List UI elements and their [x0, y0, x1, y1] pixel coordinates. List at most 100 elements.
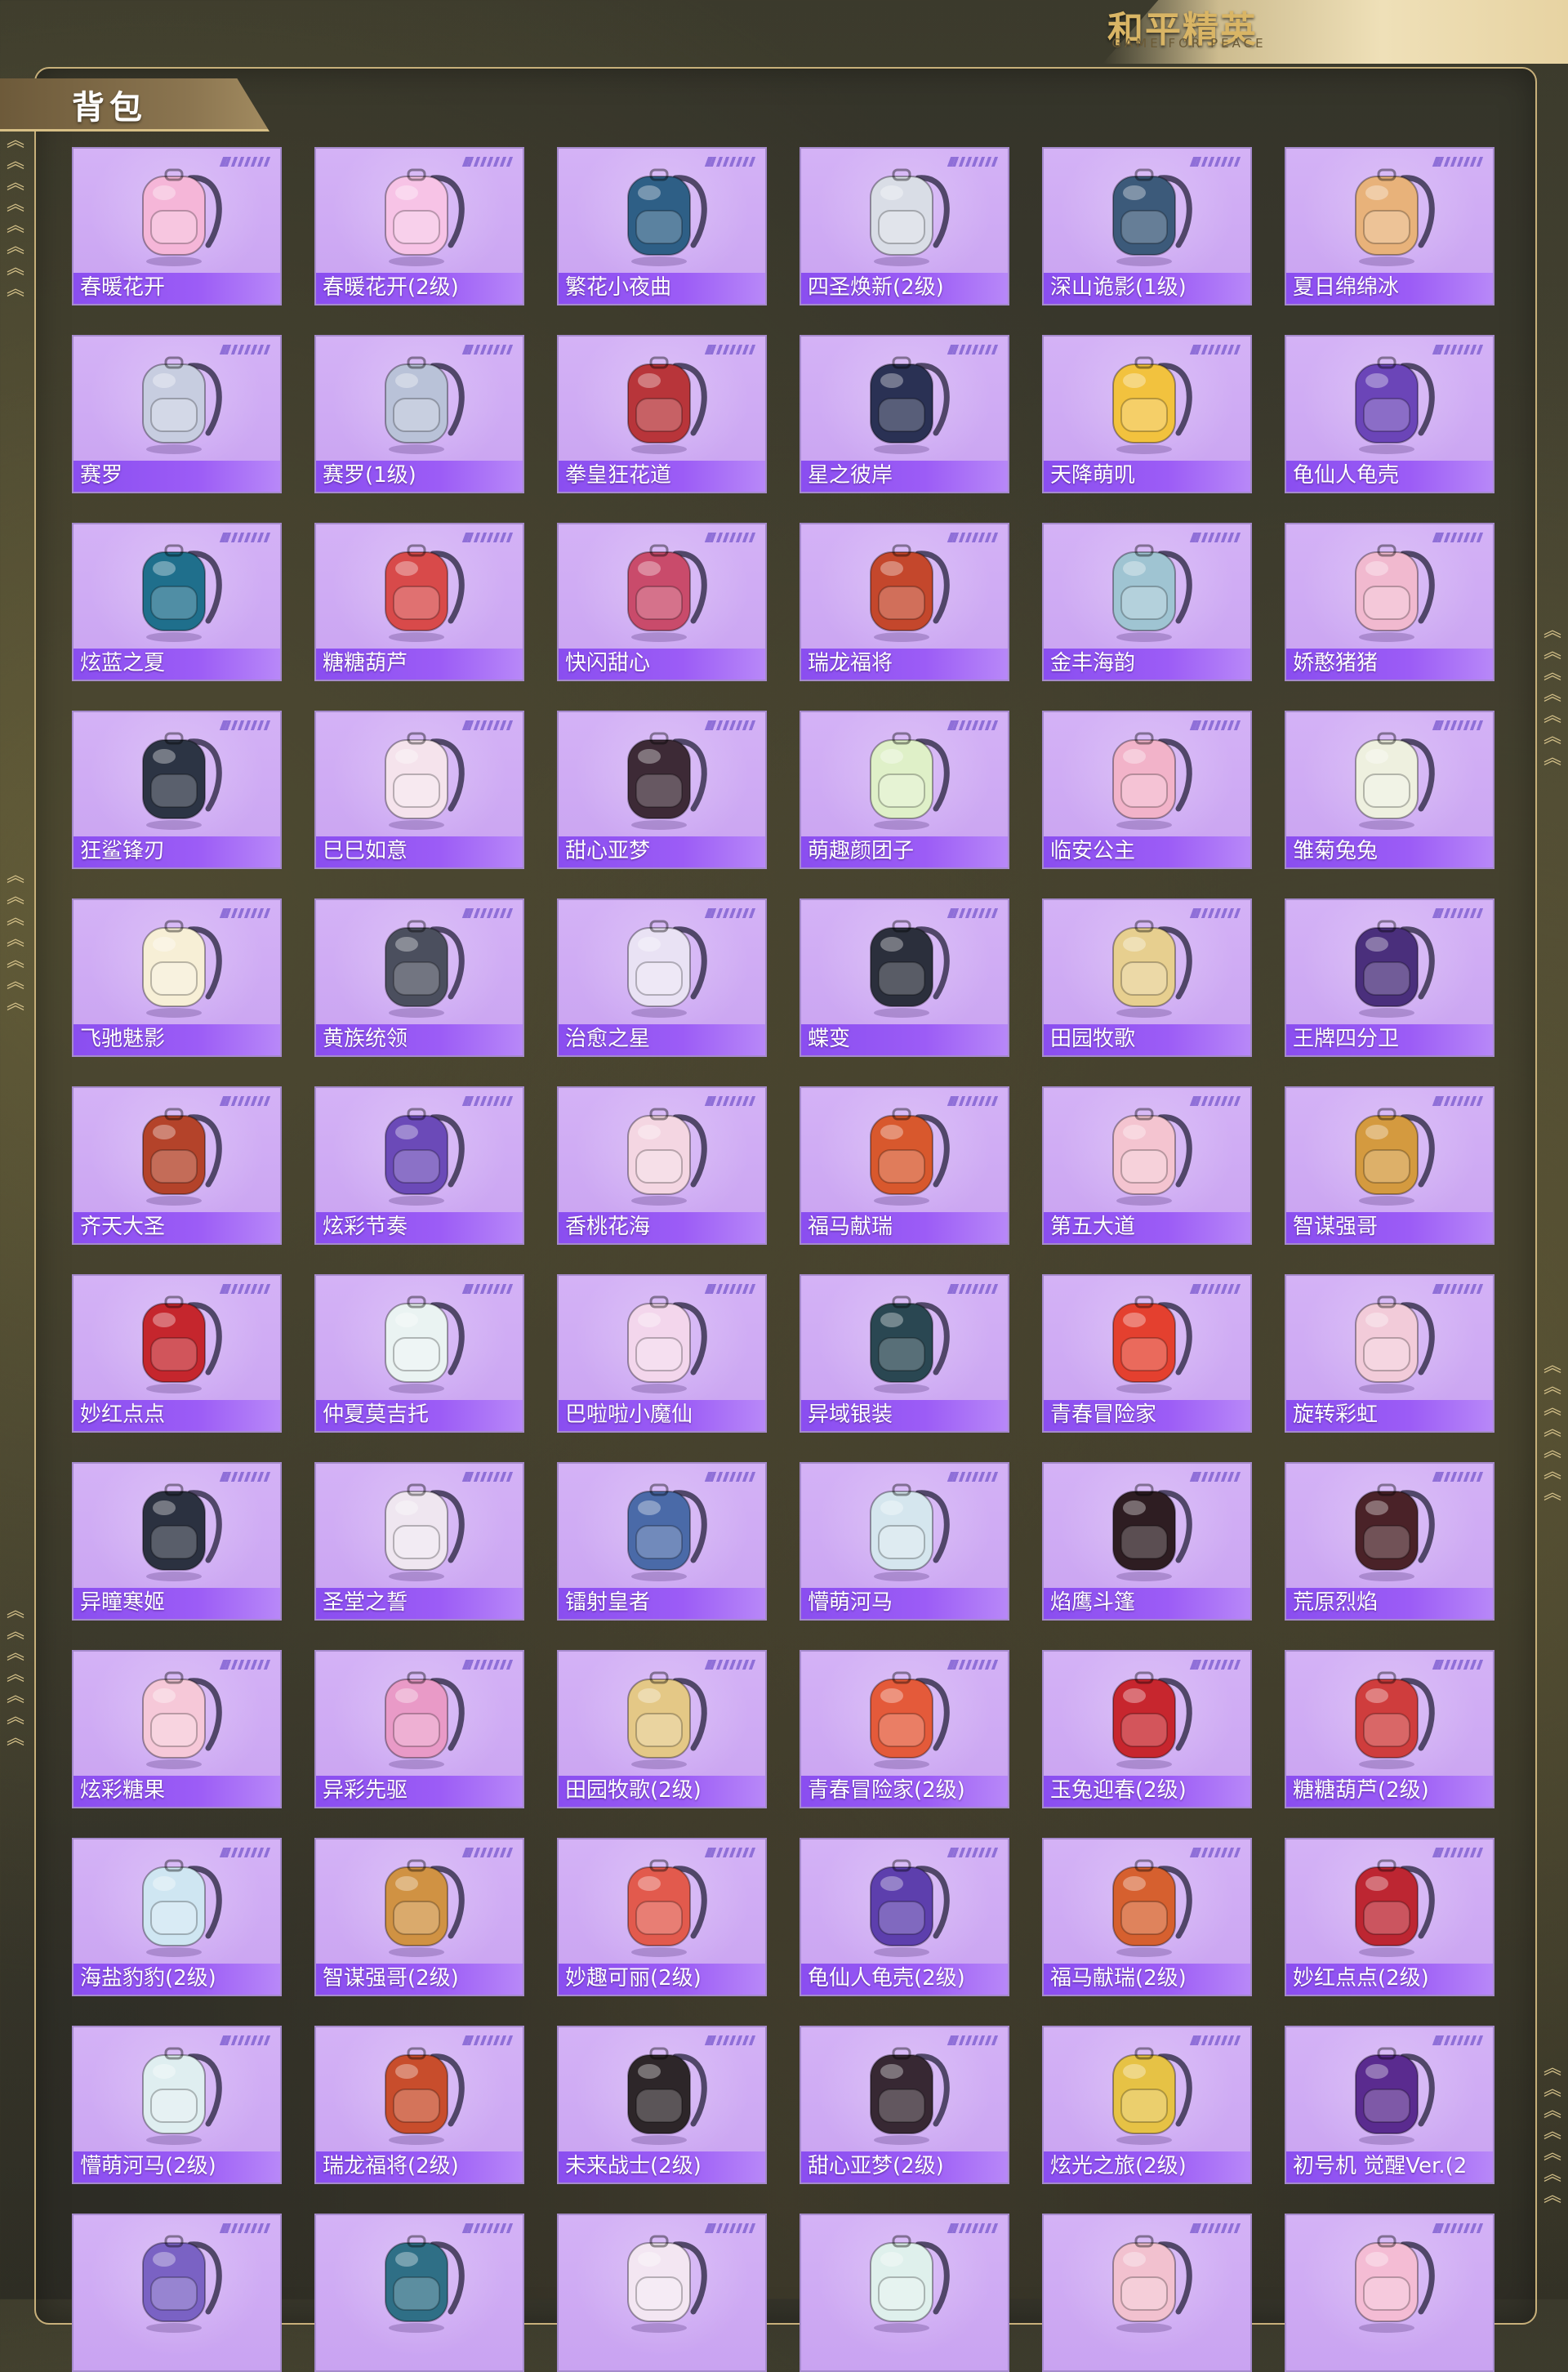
- backpack-item-card[interactable]: 春暖花开: [72, 147, 282, 305]
- backpack-item-card[interactable]: 狂鲨锋刃: [72, 711, 282, 869]
- backpack-item-card[interactable]: 炫彩节奏: [314, 1086, 524, 1245]
- backpack-item-card[interactable]: 懵萌河马(2级): [72, 2026, 282, 2184]
- backpack-item-card[interactable]: 雏菊兔兔: [1285, 711, 1494, 869]
- backpack-icon: [626, 1671, 707, 1769]
- item-name-label: 临安公主: [1050, 839, 1136, 863]
- backpack-item-card[interactable]: 四圣焕新(2级): [800, 147, 1009, 305]
- backpack-item-card[interactable]: 天降萌叽: [1042, 335, 1252, 493]
- left-chevron-decoration-icon: ︽ ︽ ︽ ︽ ︽ ︽ ︽: [7, 866, 25, 1014]
- backpack-item-card[interactable]: 田园牧歌: [1042, 898, 1252, 1057]
- rarity-bars-icon: [466, 2035, 514, 2045]
- backpack-icon: [626, 2235, 707, 2333]
- backpack-item-card[interactable]: 异彩先驱: [314, 1650, 524, 1808]
- backpack-icon: [1111, 920, 1192, 1018]
- backpack-item-card[interactable]: 春暖花开(2级): [314, 147, 524, 305]
- rarity-bars-icon: [709, 1848, 756, 1857]
- backpack-icon: [141, 2047, 222, 2145]
- item-name-label: 妙趣可丽(2级): [565, 1966, 702, 1991]
- item-name-label: 娇憨猪猪: [1293, 651, 1379, 675]
- rarity-bars-icon: [951, 157, 999, 167]
- backpack-item-card[interactable]: 龟仙人龟壳: [1285, 335, 1494, 493]
- backpack-item-card[interactable]: 福马献瑞(2级): [1042, 1838, 1252, 1996]
- backpack-item-card[interactable]: 镭射皇者: [557, 1462, 767, 1621]
- rarity-bars-icon: [466, 533, 514, 542]
- backpack-item-card[interactable]: 妙趣可丽(2级): [557, 1838, 767, 1996]
- backpack-item-card[interactable]: 青春冒险家: [1042, 1274, 1252, 1433]
- backpack-item-card[interactable]: [1285, 2214, 1494, 2372]
- backpack-icon: [384, 1671, 465, 1769]
- backpack-item-card[interactable]: 巴啦啦小魔仙: [557, 1274, 767, 1433]
- backpack-item-card[interactable]: 赛罗: [72, 335, 282, 493]
- backpack-item-card[interactable]: 智谋强哥(2级): [314, 1838, 524, 1996]
- backpack-icon: [384, 544, 465, 642]
- backpack-item-card[interactable]: 海盐豹豹(2级): [72, 1838, 282, 1996]
- backpack-item-card[interactable]: 娇憨猪猪: [1285, 523, 1494, 681]
- backpack-item-card[interactable]: 巳巳如意: [314, 711, 524, 869]
- backpack-item-card[interactable]: 未来战士(2级): [557, 2026, 767, 2184]
- backpack-item-card[interactable]: 青春冒险家(2级): [800, 1650, 1009, 1808]
- backpack-icon: [626, 544, 707, 642]
- backpack-item-card[interactable]: 瑞龙福将: [800, 523, 1009, 681]
- backpack-item-card[interactable]: 智谋强哥: [1285, 1086, 1494, 1245]
- backpack-item-card[interactable]: 临安公主: [1042, 711, 1252, 869]
- backpack-item-card[interactable]: [1042, 2214, 1252, 2372]
- backpack-item-card[interactable]: 田园牧歌(2级): [557, 1650, 767, 1808]
- backpack-item-card[interactable]: 糖糖葫芦(2级): [1285, 1650, 1494, 1808]
- backpack-item-card[interactable]: [800, 2214, 1009, 2372]
- backpack-item-card[interactable]: 妙红点点: [72, 1274, 282, 1433]
- backpack-item-card[interactable]: 香桃花海: [557, 1086, 767, 1245]
- backpack-icon: [141, 1295, 222, 1393]
- backpack-item-card[interactable]: 福马献瑞: [800, 1086, 1009, 1245]
- backpack-item-card[interactable]: [72, 2214, 282, 2372]
- backpack-item-card[interactable]: 金丰海韵: [1042, 523, 1252, 681]
- backpack-item-card[interactable]: 仲夏莫吉托: [314, 1274, 524, 1433]
- rarity-bars-icon: [1437, 1848, 1484, 1857]
- backpack-item-card[interactable]: 异域银装: [800, 1274, 1009, 1433]
- backpack-item-card[interactable]: 飞驰魅影: [72, 898, 282, 1057]
- backpack-item-card[interactable]: 懵萌河马: [800, 1462, 1009, 1621]
- backpack-item-card[interactable]: 王牌四分卫: [1285, 898, 1494, 1057]
- backpack-item-card[interactable]: [314, 2214, 524, 2372]
- backpack-item-card[interactable]: 星之彼岸: [800, 335, 1009, 493]
- backpack-item-card[interactable]: 第五大道: [1042, 1086, 1252, 1245]
- backpack-item-card[interactable]: 炫蓝之夏: [72, 523, 282, 681]
- backpack-icon: [141, 1671, 222, 1769]
- backpack-item-card[interactable]: 瑞龙福将(2级): [314, 2026, 524, 2184]
- backpack-item-card[interactable]: 初号机 觉醒Ver.(2: [1285, 2026, 1494, 2184]
- backpack-item-card[interactable]: 快闪甜心: [557, 523, 767, 681]
- backpack-icon: [141, 1108, 222, 1206]
- backpack-item-card[interactable]: 异瞳寒姬: [72, 1462, 282, 1621]
- rarity-bars-icon: [1194, 345, 1241, 354]
- backpack-item-card[interactable]: 萌趣颜团子: [800, 711, 1009, 869]
- backpack-item-card[interactable]: 妙红点点(2级): [1285, 1838, 1494, 1996]
- backpack-item-card[interactable]: 赛罗(1级): [314, 335, 524, 493]
- backpack-item-card[interactable]: [557, 2214, 767, 2372]
- backpack-item-card[interactable]: 繁花小夜曲: [557, 147, 767, 305]
- backpack-item-card[interactable]: 甜心亚梦: [557, 711, 767, 869]
- backpack-item-card[interactable]: 蝶变: [800, 898, 1009, 1057]
- backpack-item-card[interactable]: 黄族统领: [314, 898, 524, 1057]
- item-name-label: 王牌四分卫: [1293, 1027, 1400, 1051]
- backpack-item-card[interactable]: 圣堂之誓: [314, 1462, 524, 1621]
- backpack-item-card[interactable]: 龟仙人龟壳(2级): [800, 1838, 1009, 1996]
- backpack-item-card[interactable]: 旋转彩虹: [1285, 1274, 1494, 1433]
- backpack-item-card[interactable]: 夏日绵绵冰: [1285, 147, 1494, 305]
- backpack-item-card[interactable]: 焰鹰斗篷: [1042, 1462, 1252, 1621]
- rarity-bars-icon: [224, 1472, 271, 1482]
- backpack-item-card[interactable]: 拳皇狂花道: [557, 335, 767, 493]
- backpack-item-card[interactable]: 齐天大圣: [72, 1086, 282, 1245]
- backpack-item-card[interactable]: 玉兔迎春(2级): [1042, 1650, 1252, 1808]
- backpack-item-card[interactable]: 治愈之星: [557, 898, 767, 1057]
- backpack-item-card[interactable]: 深山诡影(1级): [1042, 147, 1252, 305]
- item-name-label: 懵萌河马: [808, 1590, 893, 1615]
- backpack-item-card[interactable]: 炫彩糖果: [72, 1650, 282, 1808]
- item-name-label: 萌趣颜团子: [808, 839, 915, 863]
- backpack-item-card[interactable]: 炫光之旅(2级): [1042, 2026, 1252, 2184]
- backpack-item-card[interactable]: 糖糖葫芦: [314, 523, 524, 681]
- backpack-item-card[interactable]: 荒原烈焰: [1285, 1462, 1494, 1621]
- backpack-icon: [626, 1483, 707, 1581]
- backpack-icon: [1111, 544, 1192, 642]
- backpack-icon: [141, 168, 222, 266]
- backpack-icon: [1354, 1671, 1435, 1769]
- backpack-item-card[interactable]: 甜心亚梦(2级): [800, 2026, 1009, 2184]
